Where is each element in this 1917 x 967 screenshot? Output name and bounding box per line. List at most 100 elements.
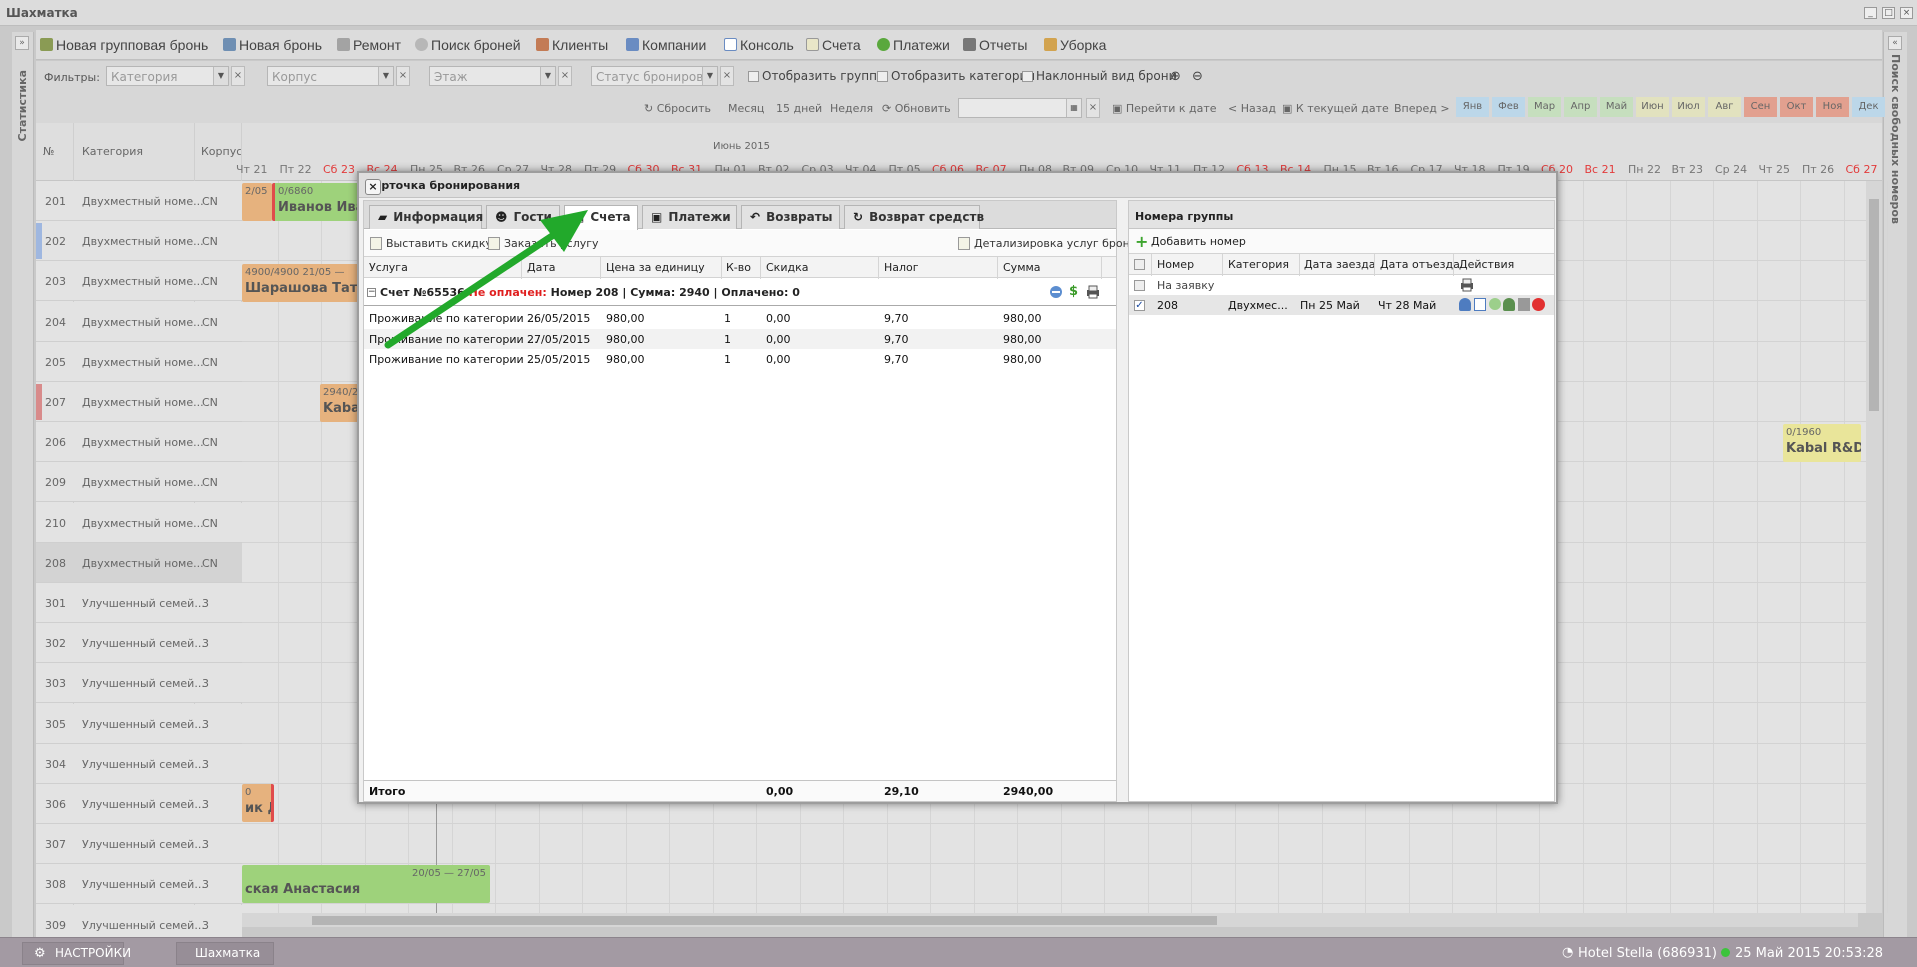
invoice-row[interactable]: Проживание по категории ... 27/05/2015 980… bbox=[364, 328, 1116, 349]
invoice-row[interactable]: Проживание по категории ... 25/05/2015 980… bbox=[364, 349, 1116, 369]
room-row[interactable]: 205 Двухместный номе... CN bbox=[36, 341, 242, 382]
close-dialog-button[interactable]: × bbox=[365, 179, 381, 195]
left-sidebar[interactable]: » Статистика bbox=[12, 32, 34, 938]
room-row[interactable]: 308 Улучшенный семей... 3 bbox=[36, 864, 242, 905]
clear-date-button[interactable]: × bbox=[1086, 98, 1100, 118]
printer-icon[interactable] bbox=[1460, 278, 1474, 292]
horizontal-scrollbar[interactable] bbox=[242, 913, 1858, 927]
room-row[interactable]: 206 Двухместный номе... CN bbox=[36, 422, 242, 463]
goto-date-button[interactable]: ▣ Перейти к дате bbox=[1112, 102, 1217, 115]
month-button[interactable]: Дек bbox=[1852, 97, 1885, 117]
new-booking-button[interactable]: Новая бронь bbox=[223, 37, 322, 53]
refresh-button[interactable]: ⟳ Обновить bbox=[882, 102, 951, 115]
tab-refund[interactable]: ↻ Возврат средств bbox=[844, 205, 984, 229]
col-actions[interactable]: Действия bbox=[1459, 258, 1514, 271]
month-view-button[interactable]: Месяц bbox=[728, 102, 764, 115]
collapse-icon[interactable]: − bbox=[367, 288, 376, 297]
tab-returns[interactable]: ↶ Возвраты bbox=[741, 205, 840, 229]
room-row[interactable]: 203 Двухместный номе... CN bbox=[36, 261, 242, 302]
month-button[interactable]: Янв bbox=[1456, 97, 1489, 117]
dollar-icon[interactable]: $ bbox=[1069, 284, 1078, 299]
room-row[interactable]: 210 Двухместный номе... CN bbox=[36, 502, 242, 543]
payments-button[interactable]: Платежи bbox=[877, 37, 950, 53]
room-row[interactable]: 302 Улучшенный семей... 3 bbox=[36, 623, 242, 664]
invoices-button[interactable]: Счета bbox=[806, 37, 861, 53]
console-button[interactable]: Консоль bbox=[724, 37, 794, 53]
checkbox[interactable] bbox=[1022, 71, 1033, 82]
month-button[interactable]: Апр bbox=[1564, 97, 1597, 117]
col-category[interactable]: Категория bbox=[1228, 258, 1289, 271]
booking-block[interactable]: 2/05 bbox=[242, 183, 272, 221]
scroll-thumb[interactable] bbox=[312, 916, 1217, 925]
room-row[interactable]: 207 Двухместный номе... CN bbox=[36, 382, 242, 422]
checkbox[interactable] bbox=[748, 71, 759, 82]
vertical-scrollbar[interactable] bbox=[1866, 181, 1882, 913]
cleaning-button[interactable]: Уборка bbox=[1044, 37, 1106, 53]
service-details-button[interactable]: Детализировка услуг брони bbox=[958, 237, 1137, 250]
search-bookings-button[interactable]: Поиск броней bbox=[415, 37, 521, 53]
15days-view-button[interactable]: 15 дней bbox=[776, 102, 822, 115]
col-discount[interactable]: Скидка bbox=[766, 261, 808, 274]
close-window-button[interactable]: × bbox=[1900, 7, 1913, 19]
chevron-down-icon[interactable]: ▼ bbox=[378, 67, 393, 85]
col-tax[interactable]: Налог bbox=[884, 261, 919, 274]
checkbox[interactable] bbox=[877, 71, 888, 82]
repair-button[interactable]: Ремонт bbox=[337, 37, 401, 53]
room-checkbox[interactable]: ✓ bbox=[1134, 300, 1145, 311]
maximize-button[interactable]: □ bbox=[1882, 7, 1895, 19]
chevron-down-icon[interactable]: ▼ bbox=[702, 67, 717, 85]
month-button[interactable]: Июн bbox=[1636, 97, 1669, 117]
col-service[interactable]: Услуга bbox=[369, 261, 408, 274]
col-room[interactable]: Номер bbox=[1157, 258, 1194, 271]
invoice-row[interactable]: Проживание по категории ... 26/05/2015 980… bbox=[364, 308, 1116, 328]
month-button[interactable]: Сен bbox=[1744, 97, 1777, 117]
checkout-icon[interactable] bbox=[1518, 298, 1530, 311]
request-row[interactable]: На заявку bbox=[1129, 275, 1554, 295]
booking-status-select[interactable]: Статус бронирован ▼ bbox=[591, 66, 718, 86]
show-groups-checkbox[interactable]: Отобразить группы bbox=[748, 69, 886, 83]
today-button[interactable]: ▣ К текущей дате bbox=[1282, 102, 1389, 115]
month-button[interactable]: Ноя bbox=[1816, 97, 1849, 117]
room-row[interactable]: 208 Двухместный номе... CN bbox=[36, 542, 242, 583]
month-button[interactable]: Май bbox=[1600, 97, 1633, 117]
clear-category-button[interactable]: × bbox=[231, 66, 245, 86]
category-select[interactable]: Категория ▼ bbox=[106, 66, 229, 86]
week-view-button[interactable]: Неделя bbox=[830, 102, 873, 115]
show-categories-checkbox[interactable]: Отобразить категории bbox=[877, 69, 1035, 83]
tab-guests[interactable]: ☻ Гости bbox=[486, 205, 560, 229]
month-button[interactable]: Мар bbox=[1528, 97, 1561, 117]
zoom-in-icon[interactable]: ⊕ bbox=[1170, 69, 1181, 84]
reset-button[interactable]: ↻ Сбросить bbox=[644, 102, 711, 115]
month-button[interactable]: Июл bbox=[1672, 97, 1705, 117]
delete-icon[interactable] bbox=[1532, 298, 1545, 311]
chevron-down-icon[interactable]: ▼ bbox=[540, 67, 555, 85]
room-row[interactable]: 307 Улучшенный семей... 3 bbox=[36, 824, 242, 865]
booking-block[interactable]: 2940/2 Kabal bbox=[320, 384, 362, 422]
clear-building-button[interactable]: × bbox=[396, 66, 410, 86]
booking-block[interactable]: 0/6860 Иванов Иван bbox=[272, 183, 362, 221]
calendar-icon[interactable]: ▦ bbox=[1066, 99, 1081, 117]
reports-button[interactable]: Отчеты bbox=[963, 37, 1027, 53]
col-sum[interactable]: Сумма bbox=[1003, 261, 1041, 274]
transfer-icon[interactable] bbox=[1049, 285, 1063, 299]
room-row[interactable]: 301 Улучшенный семей... 3 bbox=[36, 583, 242, 623]
building-select[interactable]: Корпус ▼ bbox=[267, 66, 394, 86]
col-checkin[interactable]: Дата заезда bbox=[1304, 258, 1376, 271]
printer-icon[interactable] bbox=[1086, 285, 1100, 299]
invoice-group-header[interactable]: − Счет №65536 Не оплачен: Номер 208 | Су… bbox=[364, 278, 1116, 306]
request-checkbox[interactable] bbox=[1134, 280, 1145, 291]
back-button[interactable]: < Назад bbox=[1228, 102, 1276, 115]
room-row[interactable]: 209 Двухместный номе... CN bbox=[36, 462, 242, 503]
room-row[interactable]: 306 Улучшенный семей... 3 bbox=[36, 784, 242, 824]
select-all-checkbox[interactable] bbox=[1134, 259, 1145, 270]
col-unit-price[interactable]: Цена за единицу bbox=[606, 261, 705, 274]
minimize-button[interactable]: _ bbox=[1864, 7, 1877, 19]
room-row[interactable]: 204 Двухместный номе... CN bbox=[36, 301, 242, 342]
group-room-row[interactable]: ✓ 208 Двухмес... Пн 25 Май Чт 28 Май bbox=[1129, 295, 1554, 315]
col-checkout[interactable]: Дата отъезда bbox=[1380, 258, 1460, 271]
date-input[interactable]: ▦ bbox=[958, 98, 1082, 118]
chevron-down-icon[interactable]: ▼ bbox=[213, 67, 228, 85]
month-button[interactable]: Окт bbox=[1780, 97, 1813, 117]
scroll-thumb[interactable] bbox=[1869, 199, 1879, 411]
col-quantity[interactable]: К-во bbox=[726, 261, 751, 274]
